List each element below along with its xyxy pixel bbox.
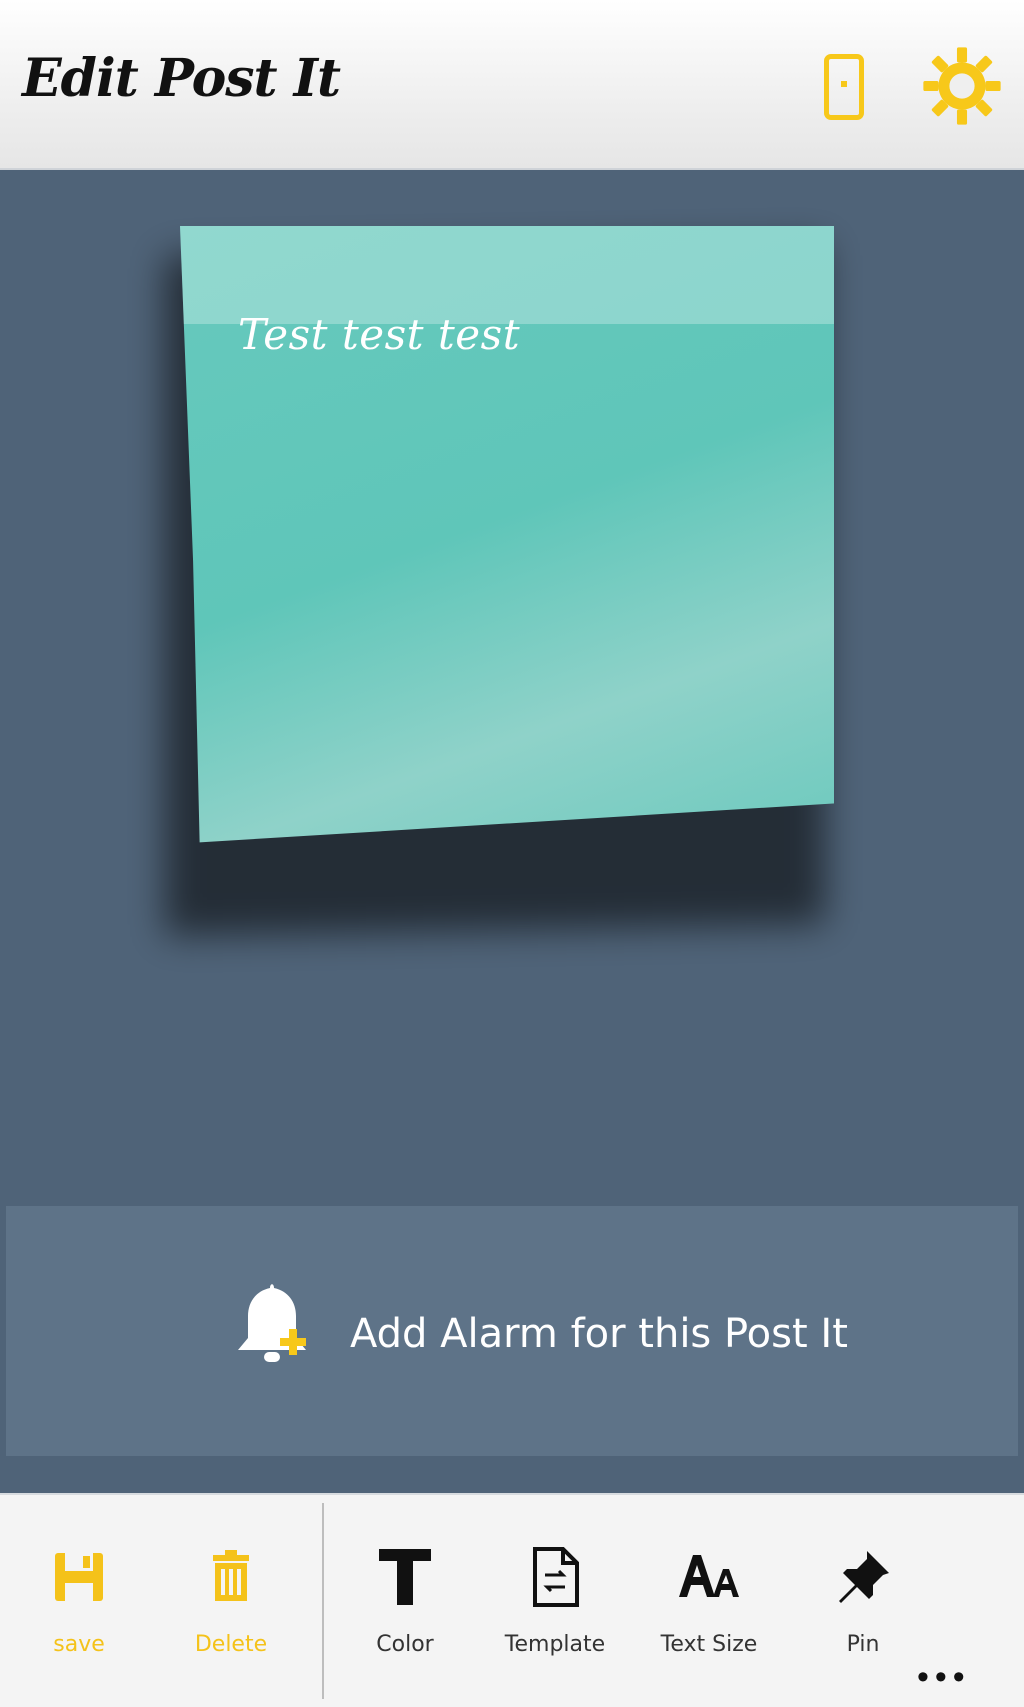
header-bar: Edit Post It [0, 0, 1024, 170]
template-label: Template [504, 1632, 606, 1657]
add-alarm-label: Add Alarm for this Post It [350, 1311, 848, 1357]
app-screen: Edit Post It Test test test Add Alarm fo… [0, 0, 1024, 1707]
text-size-label: Text Size [660, 1632, 758, 1657]
template-button[interactable]: Template [490, 1545, 620, 1675]
pin-button[interactable]: Pin [798, 1545, 928, 1675]
font-size-icon [679, 1555, 739, 1597]
color-button[interactable]: Color [340, 1545, 470, 1675]
bell-plus-icon [238, 1284, 306, 1362]
text-size-button[interactable]: Text Size [644, 1545, 774, 1675]
phone-icon[interactable] [824, 54, 864, 120]
floppy-disk-icon [55, 1553, 103, 1601]
bottom-toolbar: save Delete Color Template Text Size Pin [0, 1493, 1024, 1707]
save-label: save [53, 1632, 105, 1657]
note-text[interactable]: Test test test [238, 310, 520, 359]
gear-icon[interactable] [920, 44, 1004, 128]
toolbar-divider [322, 1503, 324, 1699]
add-alarm-button[interactable]: Add Alarm for this Post It [6, 1206, 1018, 1456]
sticky-note[interactable]: Test test test [180, 226, 834, 843]
document-swap-icon [533, 1547, 579, 1607]
save-button[interactable]: save [14, 1545, 144, 1675]
page-title: Edit Post It [22, 48, 341, 109]
trash-can-icon [213, 1550, 249, 1601]
more-options-button[interactable]: ••• [917, 1658, 971, 1697]
text-t-icon [379, 1549, 431, 1605]
pushpin-icon [839, 1551, 889, 1603]
delete-button[interactable]: Delete [166, 1545, 296, 1675]
pin-label: Pin [846, 1632, 880, 1657]
color-label: Color [376, 1632, 434, 1657]
delete-label: Delete [194, 1632, 268, 1657]
